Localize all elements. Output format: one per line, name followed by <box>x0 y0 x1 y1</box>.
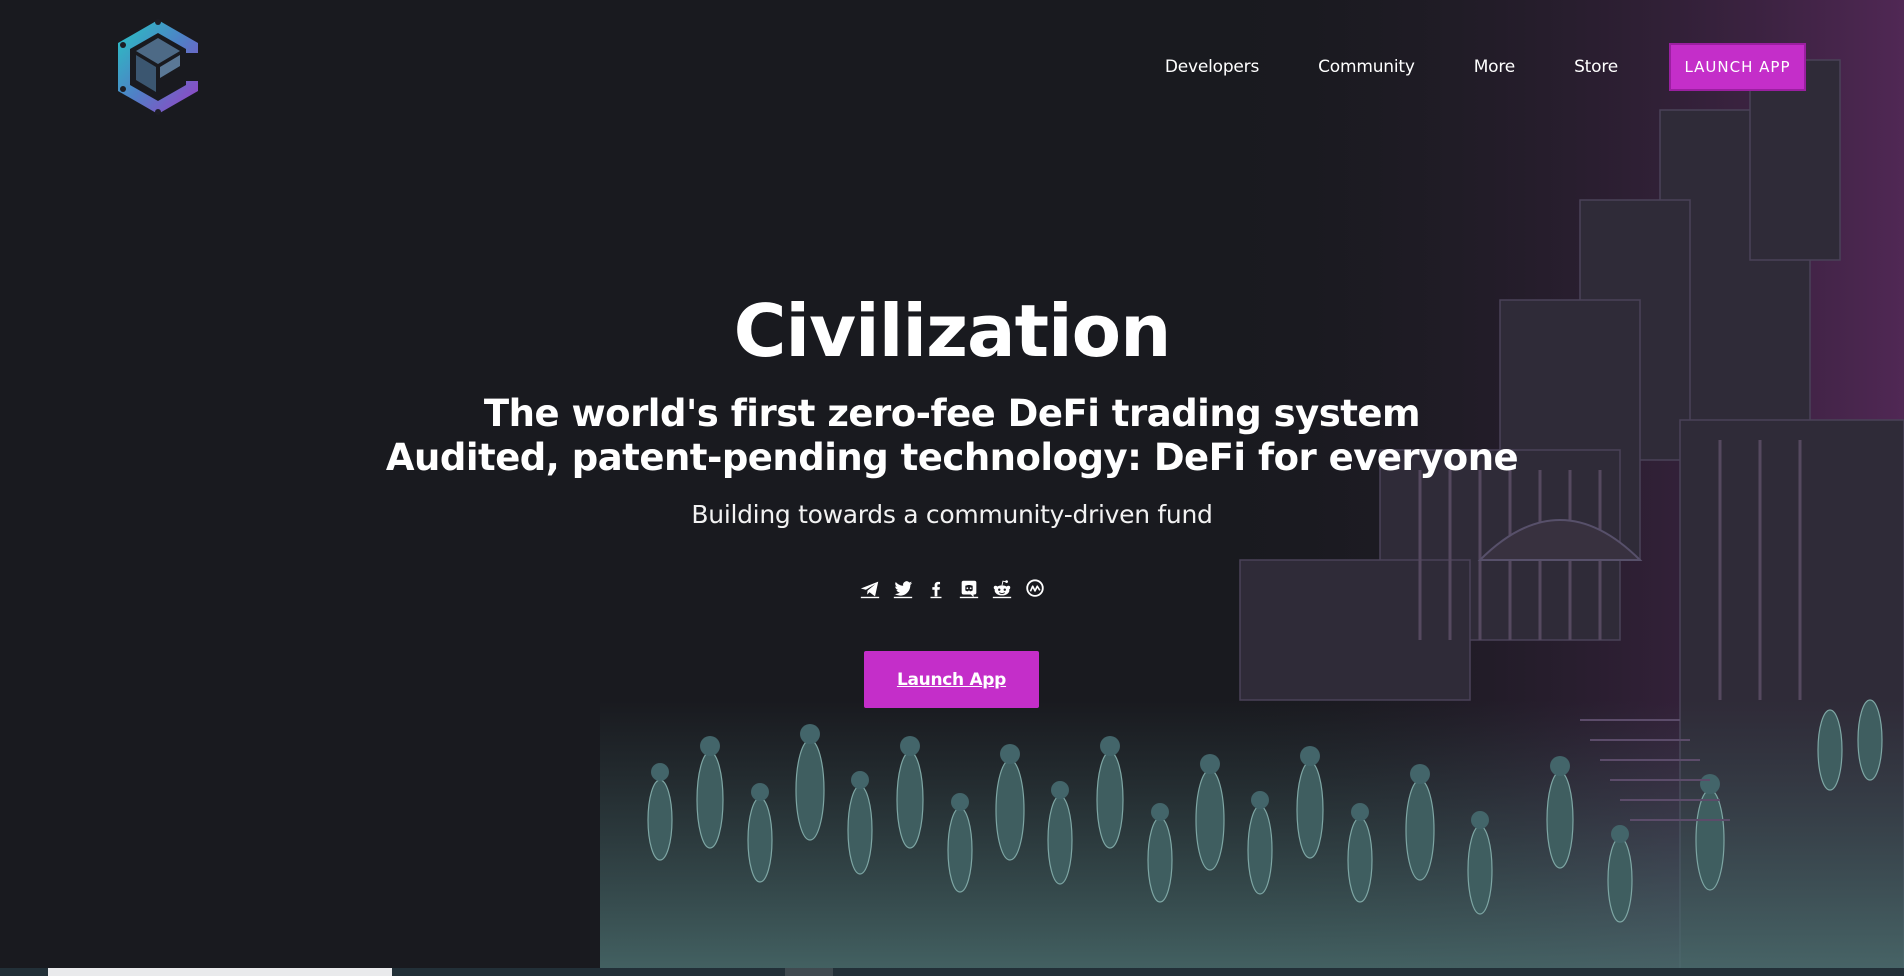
next-section-preview <box>0 968 1904 976</box>
civilization-logo-icon[interactable] <box>114 16 202 118</box>
top-navigation: Developers Community More Store LAUNCH A… <box>1165 0 1904 134</box>
reddit-icon[interactable] <box>991 578 1013 600</box>
hero-tagline: Building towards a community-driven fund <box>691 500 1213 529</box>
hero-title: Civilization <box>733 289 1172 373</box>
page: Developers Community More Store LAUNCH A… <box>0 0 1904 976</box>
twitter-icon[interactable] <box>892 578 914 600</box>
coinmarketcap-icon[interactable] <box>1024 578 1046 600</box>
nav-community[interactable]: Community <box>1318 57 1415 77</box>
nav-developers[interactable]: Developers <box>1165 57 1259 77</box>
hero-subtitle-line1: The world's first zero-fee DeFi trading … <box>483 392 1421 435</box>
hero-background-illustration <box>600 0 1904 976</box>
social-links <box>0 578 1904 600</box>
launch-app-nav-button[interactable]: LAUNCH APP <box>1669 43 1806 91</box>
next-section-block <box>785 968 833 976</box>
discord-icon[interactable] <box>958 578 980 600</box>
nav-store[interactable]: Store <box>1574 57 1618 77</box>
launch-app-hero-button[interactable]: Launch App <box>864 651 1039 708</box>
hero-subtitle-line2: Audited, patent-pending technology: DeFi… <box>385 436 1519 479</box>
telegram-icon[interactable] <box>859 578 881 600</box>
nav-more[interactable]: More <box>1474 57 1516 77</box>
next-section-block <box>48 968 392 976</box>
facebook-icon[interactable] <box>925 578 947 600</box>
